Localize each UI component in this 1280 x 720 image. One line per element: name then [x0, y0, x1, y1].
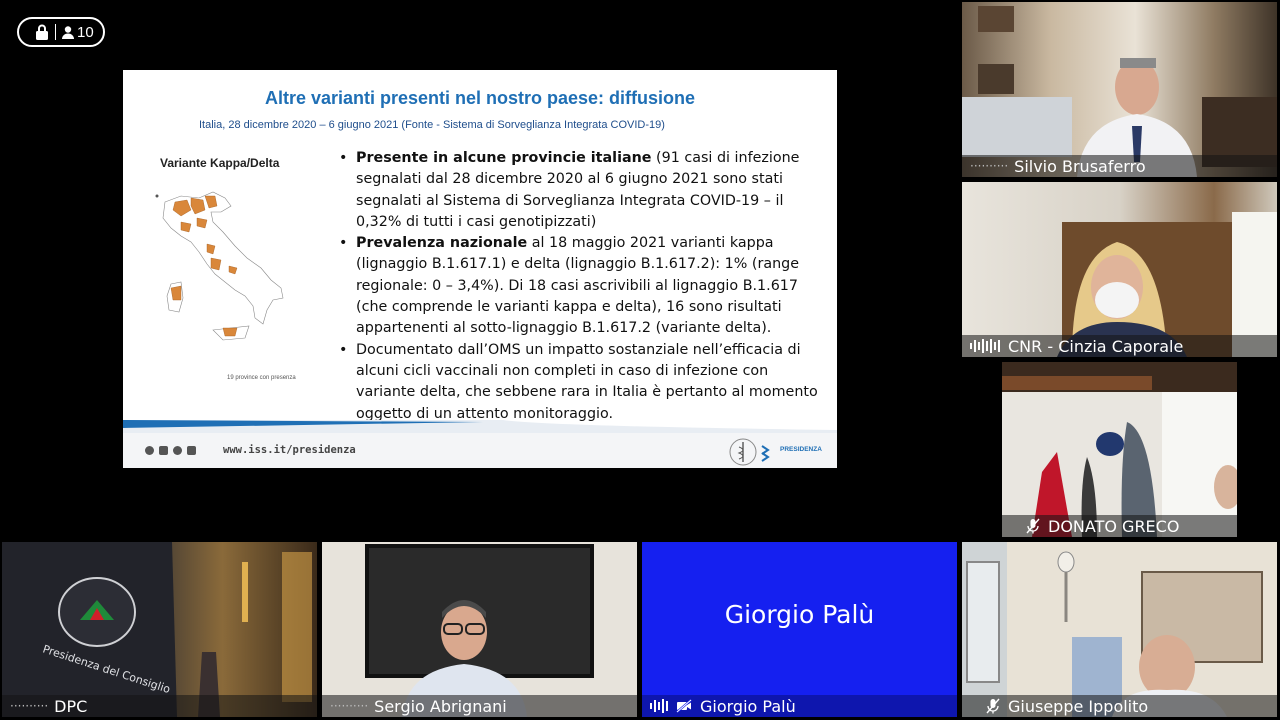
participant-name: Giorgio Palù: [700, 696, 796, 716]
participant-label: ·········· Sergio Abrignani: [322, 695, 637, 717]
shared-slide: Altre varianti presenti nel nostro paese…: [123, 70, 837, 468]
slide-footer: www.iss.it/presidenza PRESIDENZA: [123, 433, 837, 468]
participant-label: ·········· DPC: [2, 695, 317, 717]
audio-idle-icon: ··········: [10, 699, 49, 713]
slide-bullet: Documentato dall’OMS un impatto sostanzi…: [339, 340, 829, 425]
video-tile-donato[interactable]: DONATO GRECO: [1002, 362, 1237, 537]
facebook-icon: [145, 446, 154, 455]
person-icon: [62, 25, 74, 39]
participant-label: CNR - Cinzia Caporale: [962, 335, 1277, 357]
lock-icon: [36, 24, 48, 40]
participant-name: Sergio Abrignani: [374, 696, 507, 716]
participant-label: DONATO GRECO: [1002, 515, 1237, 537]
social-icons: [145, 446, 196, 455]
audio-idle-icon: ··········: [330, 699, 369, 713]
slide-subtitle: Italia, 28 dicembre 2020 – 6 giugno 2021…: [199, 119, 665, 131]
iss-logo-icon: [729, 438, 770, 466]
video-off-icon: [676, 699, 692, 713]
youtube-icon: [187, 446, 196, 455]
participant-name: DPC: [54, 696, 88, 716]
video-tile-sergio[interactable]: ·········· Sergio Abrignani: [322, 542, 637, 717]
map-caption: 19 province con presenza: [227, 375, 296, 381]
slide-bullets: Presente in alcune provincie italiane (9…: [339, 148, 829, 425]
avatar-name: Giorgio Palù: [724, 600, 875, 629]
italy-map: [155, 191, 284, 341]
slide-stripe: [123, 420, 837, 434]
participant-label: Giuseppe Ippolito: [962, 695, 1277, 717]
twitter-icon: [173, 446, 182, 455]
participant-label: ·········· Silvio Brusaferro: [962, 155, 1277, 177]
instagram-icon: [159, 446, 168, 455]
participant-count: 10: [77, 23, 94, 41]
silvio-video: [962, 6, 1277, 177]
participant-name: DONATO GRECO: [1048, 516, 1180, 536]
participant-name: Giuseppe Ippolito: [1008, 696, 1149, 716]
participant-name: Silvio Brusaferro: [1014, 156, 1146, 176]
mic-muted-icon: [1026, 518, 1040, 534]
audio-idle-icon: ··········: [970, 159, 1009, 173]
meeting-info-pill[interactable]: 10: [17, 17, 105, 47]
video-tile-giorgio[interactable]: Giorgio Palù Giorgio Palù: [642, 542, 957, 717]
participant-label: Giorgio Palù: [642, 695, 957, 717]
footer-url: www.iss.it/presidenza: [223, 444, 356, 456]
video-tile-giuseppe[interactable]: Giuseppe Ippolito: [962, 542, 1277, 717]
video-tile-silvio[interactable]: ·········· Silvio Brusaferro: [962, 2, 1277, 177]
cinzia-video: [1057, 212, 1277, 357]
mic-muted-icon: [986, 698, 1000, 714]
audio-active-icon: [650, 698, 668, 714]
participant-name: CNR - Cinzia Caporale: [1008, 336, 1184, 356]
sergio-video: [322, 542, 637, 717]
slide-title: Altre varianti presenti nel nostro paese…: [264, 88, 696, 108]
video-tile-dpc[interactable]: Presidenza del Consiglio ·········· DPC: [2, 542, 317, 717]
dpc-video: Presidenza del Consiglio: [2, 542, 312, 717]
donato-video: [1002, 362, 1237, 537]
video-tile-cinzia[interactable]: CNR - Cinzia Caporale: [962, 182, 1277, 357]
slide-bullet: Presente in alcune provincie italiane (9…: [339, 148, 829, 233]
footer-brand: PRESIDENZA: [780, 446, 822, 453]
slide-bullet: Prevalenza nazionale al 18 maggio 2021 v…: [339, 233, 829, 339]
audio-active-icon: [970, 338, 1000, 354]
giuseppe-video: [962, 542, 1263, 717]
pill-divider: [55, 24, 56, 40]
map-label: Variante Kappa/Delta: [160, 156, 280, 170]
